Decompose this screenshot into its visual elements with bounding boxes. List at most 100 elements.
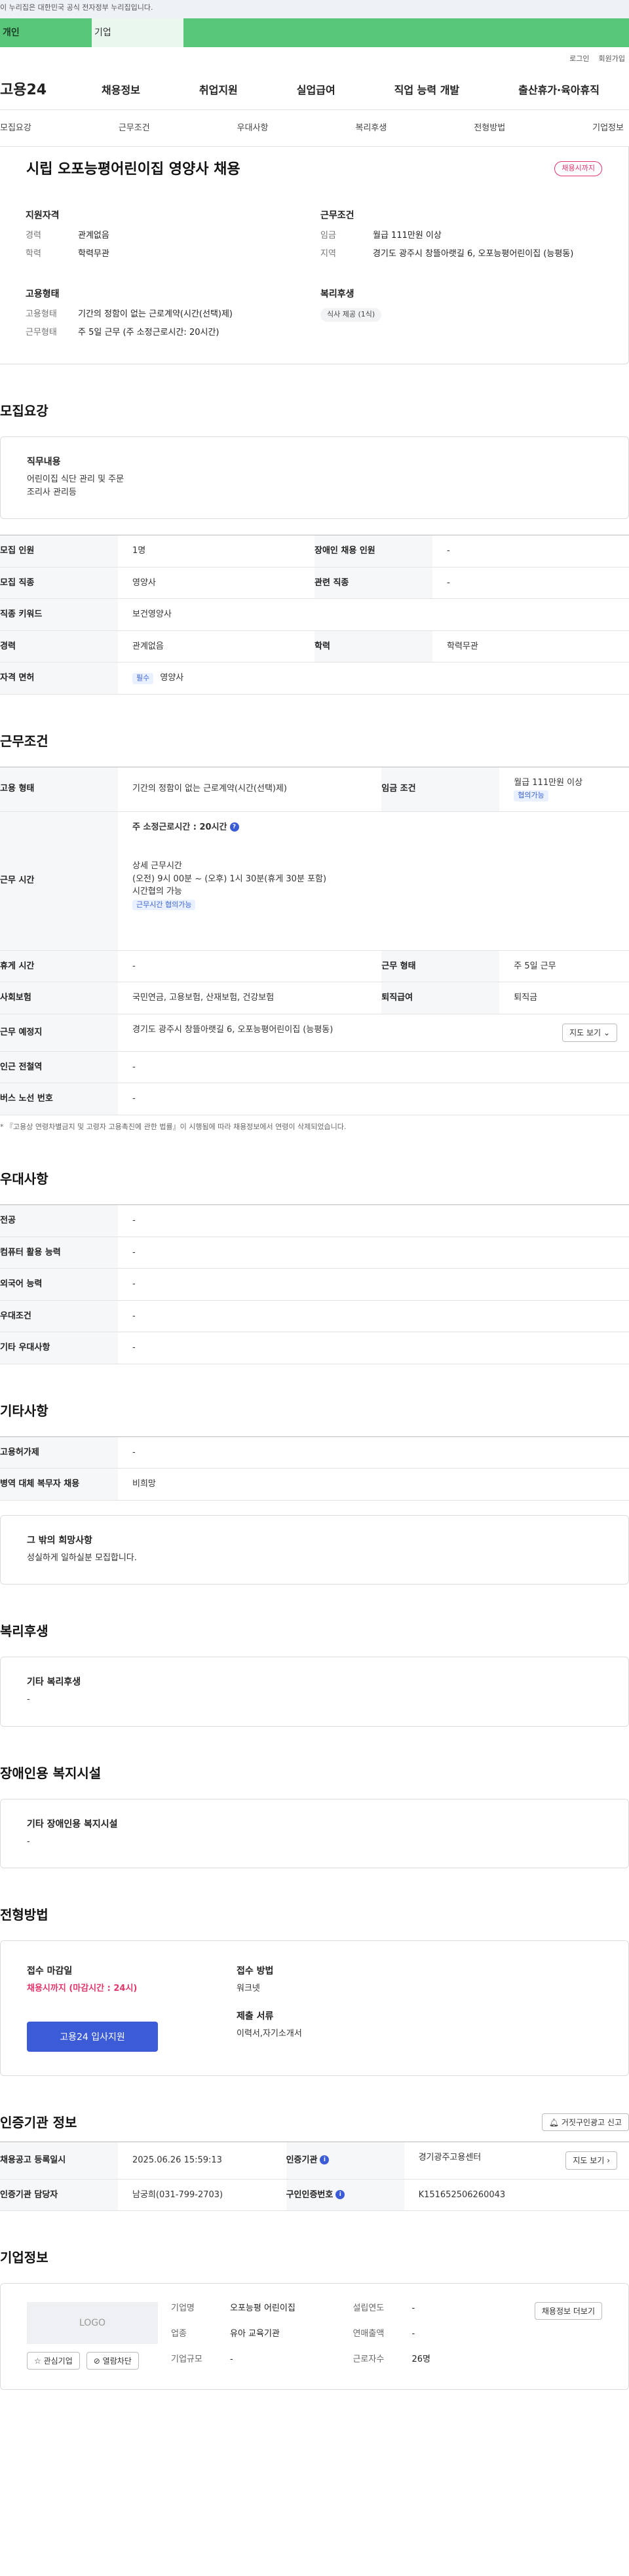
cell-label: 자격 면허 [0, 662, 118, 695]
cert-heading-row: 인증기관 정보 🔔︎ 거짓구인광고 신고 [0, 2113, 629, 2132]
tab-personal-label: 개인 [3, 27, 20, 38]
cert-no-label-text: 구인인증번호 [286, 2189, 334, 2200]
recruit-section-title: 모집요강 [0, 403, 48, 419]
table-row: 우대조건 - [0, 1300, 629, 1332]
company-section-title: 기업정보 [0, 2250, 48, 2265]
cell-label: 직종 키워드 [0, 598, 118, 631]
cell-value: 주 5일 근무 [499, 950, 629, 982]
login-link[interactable]: 로그인 [569, 54, 589, 65]
cell-value: - [118, 1083, 629, 1115]
info-icon[interactable]: i [320, 2155, 330, 2165]
docs-label: 제출 서류 [237, 2010, 274, 2022]
summary-qualification: 지원자격 경력 관계없음 학력 학력무관 [26, 209, 320, 265]
hours-flex: 시간협의 가능 [132, 887, 182, 896]
cell-label: 퇴직급여 [381, 982, 500, 1014]
disabled-fac-box: 기타 장애인용 복지시설 - [0, 1798, 629, 1868]
subnav-work-conditions[interactable]: 근무조건 [119, 122, 150, 135]
cell-label: 채용공고 등록일시 [0, 2142, 118, 2180]
detail-subnav: 모집요강 근무조건 우대사항 복리후생 전형방법 기업정보 [0, 110, 629, 147]
kv-label: 지역 [320, 248, 336, 259]
cert-table: 채용공고 등록일시 2025.06.26 15:59:13 인증기관 i 경기광주… [0, 2141, 629, 2212]
company-box: LOGO ☆ 관심기업 ⊘ 열람차단 기업명 오포능평 어린이집 업종 유아 교육기… [0, 2283, 629, 2390]
tab-company[interactable]: 기업 [92, 18, 183, 47]
cell-value: K151652506260043 [404, 2179, 629, 2211]
cell-label: 학력 [314, 630, 432, 663]
cell-value: 2025.06.26 15:59:13 [118, 2142, 286, 2180]
cell-value: 비희망 [118, 1468, 629, 1501]
cell-value: 영양사 [118, 567, 314, 599]
table-row: 근무 예정지 경기도 광주시 창뜰아랫길 6, 오포능평어린이집 (능평동) 지… [0, 1014, 629, 1052]
apply-section-title: 전형방법 [0, 1907, 48, 1923]
cell-label: 우대조건 [0, 1300, 118, 1332]
other-table: 고용허가제 - 병역 대체 복무자 채용 비희망 [0, 1436, 629, 1501]
block-view-button[interactable]: ⊘ 열람차단 [86, 2352, 139, 2370]
subnav-recruit[interactable]: 모집요강 [0, 122, 31, 135]
favorite-label: 관심기업 [43, 2356, 73, 2366]
cert-org-cell: 경기광주고용센터 지도 보기 › [404, 2142, 629, 2180]
hours-detail: (오전) 9시 00분 ~ (오후) 1시 30분(휴게 30분 포함) [132, 874, 327, 884]
table-row: 고용허가제 - [0, 1436, 629, 1469]
age-law-note: * 『고용상 연령차별금지 및 고령자 고용촉진에 관한 법률』이 시행됨에 따… [0, 1122, 347, 1131]
wish-label: 그 밖의 희망사항 [27, 1535, 92, 1546]
apply-method: 접수 방법 워크넷 제출 서류 이력서,자기소개서 [237, 1965, 302, 2052]
tab-personal[interactable]: 개인 [0, 18, 92, 47]
gnb-menu: 채용정보 취업지원 실업급여 직업 능력 개발 출산휴가·육아휴직 [72, 83, 629, 98]
subnav-preference[interactable]: 우대사항 [237, 122, 269, 135]
cell-value: - [118, 1268, 629, 1301]
method-label: 접수 방법 [237, 1966, 274, 1976]
cert-map-button[interactable]: 지도 보기 › [565, 2151, 617, 2170]
subnav-company[interactable]: 기업정보 [592, 122, 624, 135]
subnav-welfare[interactable]: 복리후생 [355, 122, 387, 135]
cell-value: - [432, 567, 629, 599]
cell-value: 남궁희(031-799-2703) [118, 2179, 286, 2211]
cell-label: 전공 [0, 1204, 118, 1237]
gnb-item-unemployment-benefit[interactable]: 실업급여 [297, 83, 335, 98]
deadline-value: 채용시까지 (마감시간 : 24시) [27, 1984, 138, 1993]
company-info-right: 설립연도 - 연매출액 - 근로자수 26명 [353, 2302, 521, 2370]
site-logo[interactable]: 고용24 [0, 79, 72, 101]
gnb-item-skills[interactable]: 직업 능력 개발 [394, 83, 459, 98]
industry-label: 업종 [171, 2329, 187, 2339]
chevron-down-icon: ⌄ [603, 1028, 610, 1037]
cert-org-label-text: 인증기관 [286, 2155, 318, 2165]
welfare-label: 기타 복리후생 [27, 1677, 81, 1687]
apply-box: 접수 마감일 채용시까지 (마감시간 : 24시) 고용24 입사지원 접수 방… [0, 1940, 629, 2076]
cell-value: 기간의 정함이 없는 근로계약(시간(선택)제) [118, 767, 382, 812]
gnb-item-employment-support[interactable]: 취업지원 [199, 83, 238, 98]
company-name-value: 오포능평 어린이집 [230, 2303, 295, 2313]
summary-employment: 고용형태 고용형태 기간의 정함이 없는 근로계약(시간(선택)제) 근무형태 주 … [26, 288, 320, 344]
report-fake-ad-button[interactable]: 🔔︎ 거짓구인광고 신고 [541, 2113, 629, 2131]
tab-bar-fill [183, 18, 629, 47]
gnb-item-jobs[interactable]: 채용정보 [102, 83, 140, 98]
place-value: 경기도 광주시 창뜰아랫길 6, 오포능평어린이집 (능평동) [132, 1024, 334, 1035]
duty-line: 어린이집 식단 관리 및 주문 [27, 474, 124, 484]
info-icon[interactable]: ? [229, 822, 239, 832]
table-row: 근무 시간 주 소정근로시간 : 20시간? 상세 근무시간 (오전) 9시 0… [0, 811, 629, 951]
info-icon[interactable]: i [335, 2190, 345, 2199]
year-value: - [411, 2303, 415, 2313]
table-row: 직종 키워드 보건영양사 [0, 598, 629, 631]
wish-box: 그 밖의 희망사항 성실하게 일하실분 모집합니다. [0, 1514, 629, 1585]
cell-label: 모집 인원 [0, 535, 118, 567]
company-actions: ☆ 관심기업 ⊘ 열람차단 [27, 2352, 158, 2370]
table-row: 전공 - [0, 1204, 629, 1237]
map-view-button[interactable]: 지도 보기 ⌄ [562, 1023, 617, 1042]
cell-label: 인증기관 담당자 [0, 2179, 118, 2211]
signup-link[interactable]: 회원가입 [599, 54, 625, 65]
kv-label: 고용형태 [26, 309, 57, 319]
favorite-company-button[interactable]: ☆ 관심기업 [27, 2352, 80, 2370]
star-icon: ☆ [34, 2356, 41, 2366]
subnav-apply-method[interactable]: 전형방법 [474, 122, 505, 135]
cell-value: - [118, 1300, 629, 1332]
company-name-label: 기업명 [171, 2303, 195, 2313]
license-value: 영양사 [160, 673, 184, 683]
gnb-item-leave[interactable]: 출산휴가·육아휴직 [518, 83, 600, 98]
more-jobs-button[interactable]: 채용정보 더보기 [534, 2302, 602, 2320]
apply-button[interactable]: 고용24 입사지원 [27, 2021, 158, 2052]
cell-value: - [118, 1332, 629, 1364]
table-row: 자격 면허 필수 영양사 [0, 662, 629, 695]
work-table: 고용 형태 기간의 정함이 없는 근로계약(시간(선택)제) 임금 조건 월급 … [0, 766, 629, 1115]
hours-weekly-text: 주 소정근로시간 : 20시간 [132, 822, 227, 832]
disabled-fac-value: - [27, 1836, 30, 1847]
place-cell: 경기도 광주시 창뜰아랫길 6, 오포능평어린이집 (능평동) 지도 보기 ⌄ [118, 1014, 629, 1052]
